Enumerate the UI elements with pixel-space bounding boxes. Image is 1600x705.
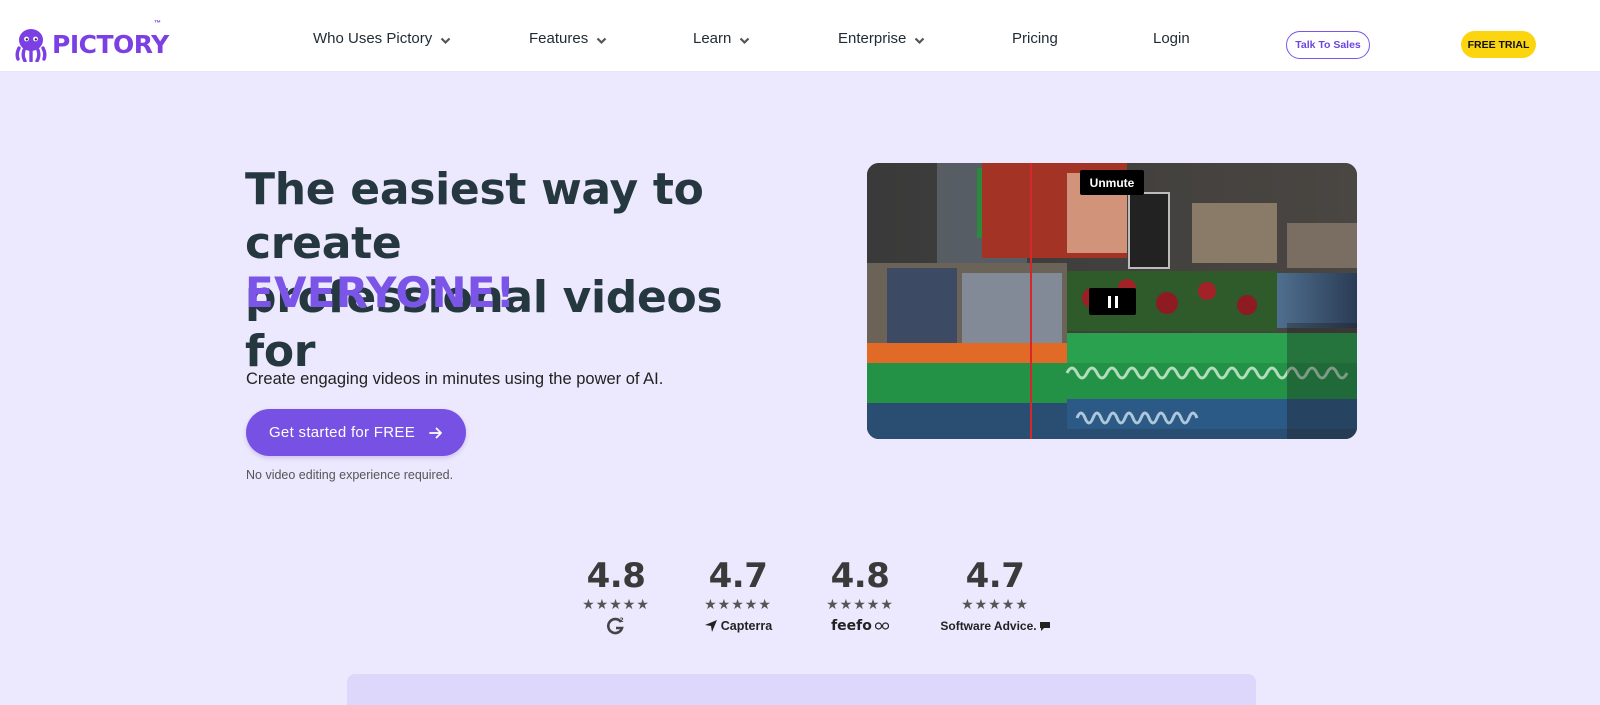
- hero-subtitle: Create engaging videos in minutes using …: [246, 370, 664, 388]
- capterra-arrow-icon: [704, 620, 717, 632]
- star-rating-icon: ★★★★★: [826, 596, 894, 612]
- talk-to-sales-button[interactable]: Talk To Sales: [1286, 31, 1370, 59]
- rating-score: 4.7: [965, 556, 1025, 596]
- nav-label: Who Uses Pictory: [313, 30, 433, 47]
- cta-label: Get started for FREE: [268, 424, 416, 441]
- g2-logo-icon: 2: [561, 616, 671, 636]
- pictory-logo[interactable]: PICTORY ™: [14, 20, 169, 62]
- site-header: PICTORY ™ Who Uses Pictory Features Lear…: [0, 0, 1600, 72]
- rating-feefo[interactable]: 4.8 ★★★★★ feefo: [805, 556, 915, 636]
- hero-title-line1: The easiest way to create: [245, 164, 704, 269]
- nav-label: Features: [529, 30, 589, 47]
- free-trial-button[interactable]: FREE TRIAL: [1461, 31, 1536, 58]
- get-started-button[interactable]: Get started for FREE: [246, 409, 466, 456]
- pause-bar-left: [1107, 295, 1111, 308]
- feefo-wordmark: feefo: [831, 618, 872, 634]
- software-advice-wordmark: Software Advice.: [940, 619, 1037, 633]
- nav-pricing[interactable]: Pricing: [1012, 30, 1058, 47]
- software-advice-logo: Software Advice.: [935, 616, 1055, 636]
- chevron-down-icon: [440, 37, 451, 44]
- nav-label: Learn: [693, 30, 732, 47]
- nav-label: Enterprise: [838, 30, 907, 47]
- chevron-down-icon: [915, 37, 925, 44]
- chevron-down-icon: [740, 37, 750, 44]
- nav-label: Pricing: [1012, 30, 1058, 47]
- rating-score: 4.7: [708, 556, 768, 596]
- pause-button[interactable]: [1089, 288, 1136, 315]
- trademark-mark: ™: [154, 20, 161, 27]
- hero-video[interactable]: Unmute: [867, 163, 1357, 439]
- chat-bubble-icon: [1039, 621, 1050, 631]
- star-rating-icon: ★★★★★: [582, 596, 650, 612]
- cta-note: No video editing experience required.: [246, 468, 454, 482]
- nav-login[interactable]: Login: [1153, 30, 1190, 47]
- hero-title-accent: EVERYONE!: [245, 268, 516, 317]
- svg-text:2: 2: [620, 617, 624, 624]
- rating-score: 4.8: [586, 556, 646, 596]
- pause-bar-right: [1114, 295, 1118, 308]
- g2-icon: 2: [607, 617, 624, 635]
- logo-wordmark: PICTORY: [52, 29, 169, 59]
- rating-software-advice[interactable]: 4.7 ★★★★★ Software Advice.: [935, 556, 1055, 636]
- rating-g2[interactable]: 4.8 ★★★★★ 2: [561, 556, 671, 636]
- feefo-eyes-icon: [874, 622, 889, 630]
- nav-features[interactable]: Features: [529, 30, 607, 47]
- nav-enterprise[interactable]: Enterprise: [838, 30, 925, 47]
- rating-score: 4.8: [830, 556, 890, 596]
- nav-who-uses-pictory[interactable]: Who Uses Pictory: [313, 30, 451, 47]
- feefo-logo: feefo: [805, 616, 915, 636]
- star-rating-icon: ★★★★★: [704, 596, 772, 612]
- octopus-icon: [15, 29, 47, 62]
- nav-label: Login: [1153, 30, 1190, 47]
- unmute-button[interactable]: Unmute: [1080, 170, 1144, 195]
- capterra-wordmark: Capterra: [720, 619, 773, 633]
- chevron-down-icon: [596, 37, 607, 44]
- rating-capterra[interactable]: 4.7 ★★★★★ Capterra: [683, 556, 793, 636]
- arrow-right-icon: [429, 427, 442, 438]
- nav-learn[interactable]: Learn: [693, 30, 750, 47]
- content-panel-preview: [347, 674, 1256, 705]
- capterra-logo: Capterra: [683, 616, 793, 636]
- star-rating-icon: ★★★★★: [961, 596, 1029, 612]
